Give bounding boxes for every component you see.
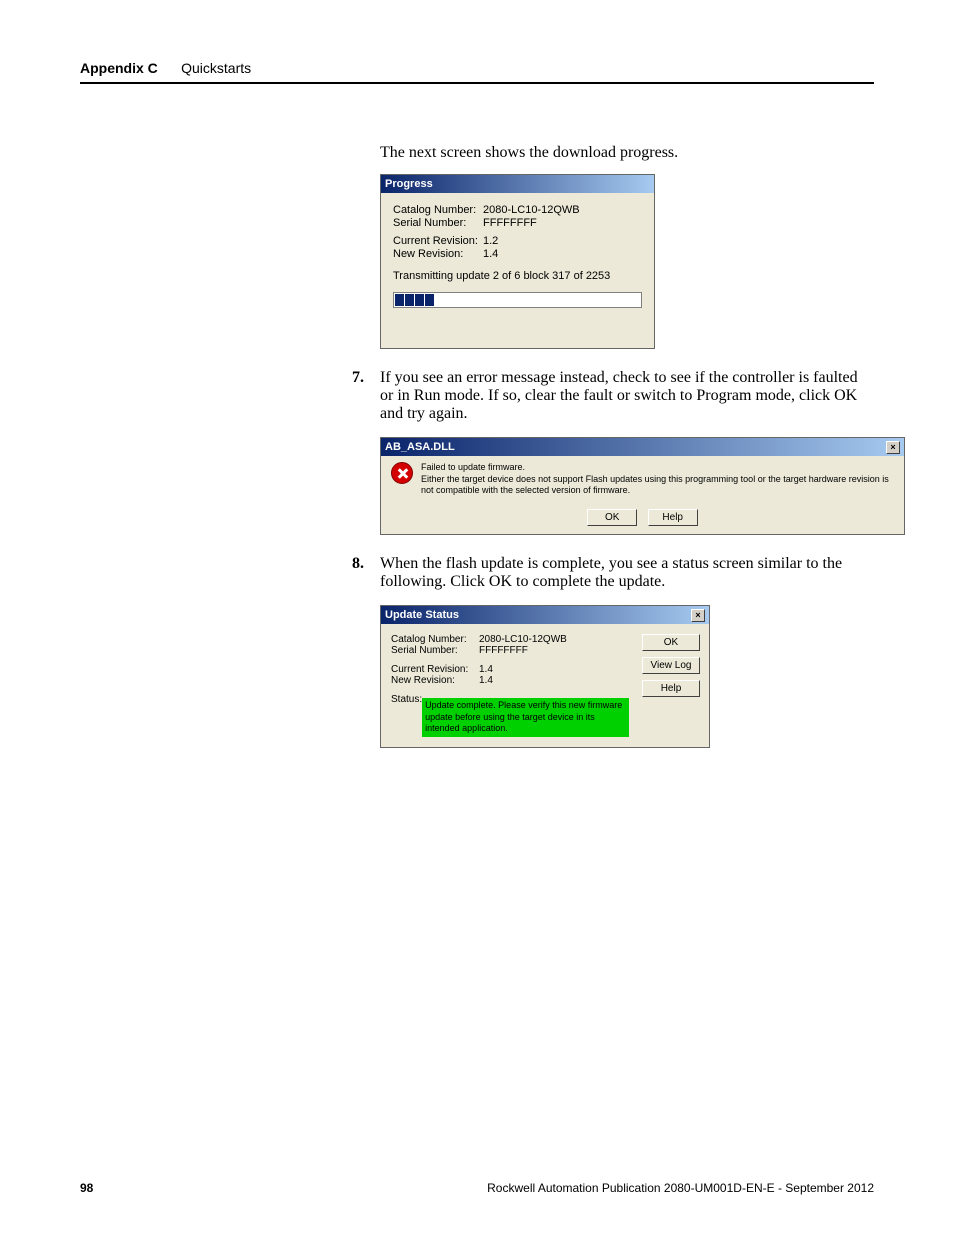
- viewlog-button[interactable]: View Log: [642, 657, 700, 674]
- catalog-value: 2080-LC10-12QWB: [479, 634, 567, 645]
- progress-title: Progress: [385, 178, 433, 190]
- step-text: When the flash update is complete, you s…: [380, 555, 874, 591]
- progress-dialog: Progress Catalog Number:2080-LC10-12QWB …: [380, 174, 655, 349]
- publication-info: Rockwell Automation Publication 2080-UM0…: [487, 1181, 874, 1195]
- error-icon: [391, 462, 413, 484]
- currev-value: 1.4: [479, 664, 493, 675]
- intro-text: The next screen shows the download progr…: [380, 144, 874, 162]
- status-label: Status:: [391, 694, 422, 737]
- serial-label: Serial Number:: [391, 645, 479, 656]
- step-7: 7. If you see an error message instead, …: [352, 369, 874, 423]
- newrev-label: New Revision:: [391, 675, 479, 686]
- close-icon[interactable]: ×: [886, 441, 900, 454]
- page-number: 98: [80, 1181, 93, 1195]
- serial-label: Serial Number:: [393, 217, 483, 229]
- section-label: Quickstarts: [181, 60, 251, 76]
- currev-label: Current Revision:: [391, 664, 479, 675]
- help-button[interactable]: Help: [642, 680, 700, 697]
- catalog-value: 2080-LC10-12QWB: [483, 204, 580, 216]
- newrev-value: 1.4: [483, 248, 498, 260]
- currev-value: 1.2: [483, 235, 498, 247]
- help-button[interactable]: Help: [648, 509, 698, 526]
- progress-bar: [393, 292, 642, 308]
- error-dialog: AB_ASA.DLL × Failed to update firmware. …: [380, 437, 905, 535]
- step-number: 8.: [352, 555, 380, 591]
- error-title: AB_ASA.DLL: [385, 441, 455, 453]
- appendix-label: Appendix C: [80, 60, 158, 76]
- serial-value: FFFFFFFF: [483, 217, 537, 229]
- step-number: 7.: [352, 369, 380, 423]
- progress-status: Transmitting update 2 of 6 block 317 of …: [393, 270, 642, 282]
- error-line1: Failed to update firmware.: [421, 462, 894, 474]
- page-header: Appendix C Quickstarts: [80, 60, 874, 84]
- catalog-label: Catalog Number:: [391, 634, 479, 645]
- newrev-label: New Revision:: [393, 248, 483, 260]
- progress-titlebar: Progress: [381, 175, 654, 193]
- error-titlebar: AB_ASA.DLL ×: [381, 438, 904, 456]
- catalog-label: Catalog Number:: [393, 204, 483, 216]
- serial-value: FFFFFFFF: [479, 645, 528, 656]
- status-title: Update Status: [385, 609, 459, 621]
- status-titlebar: Update Status ×: [381, 606, 709, 624]
- error-line2: Either the target device does not suppor…: [421, 474, 894, 497]
- close-icon[interactable]: ×: [691, 609, 705, 622]
- step-text: If you see an error message instead, che…: [380, 369, 874, 423]
- currev-label: Current Revision:: [393, 235, 483, 247]
- status-message: Update complete. Please verify this new …: [422, 698, 629, 737]
- page-footer: 98 Rockwell Automation Publication 2080-…: [80, 1181, 874, 1195]
- ok-button[interactable]: OK: [587, 509, 637, 526]
- ok-button[interactable]: OK: [642, 634, 700, 651]
- status-dialog: Update Status × Catalog Number:2080-LC10…: [380, 605, 710, 748]
- newrev-value: 1.4: [479, 675, 493, 686]
- step-8: 8. When the flash update is complete, yo…: [352, 555, 874, 591]
